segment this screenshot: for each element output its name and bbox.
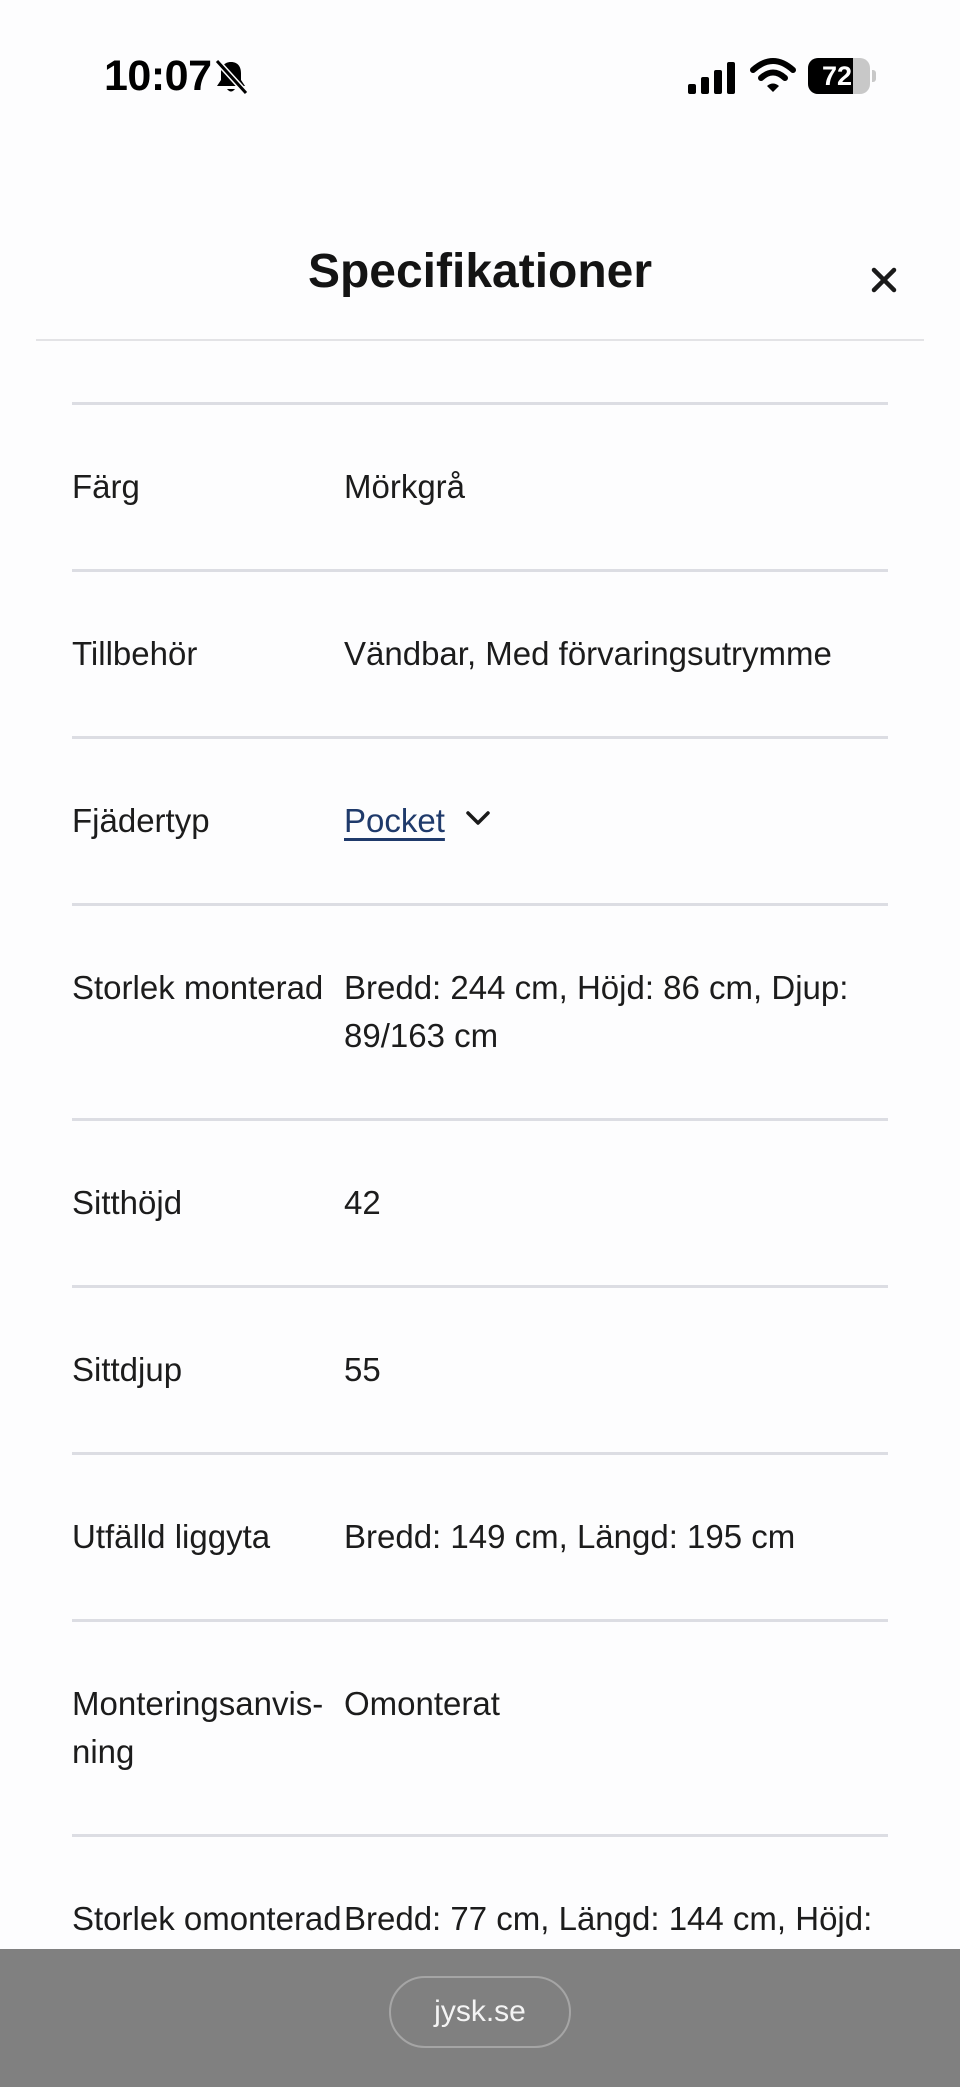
bell-slash-icon bbox=[214, 58, 249, 96]
spec-value: Mörkgrå bbox=[344, 468, 466, 505]
modal-title: Specifikationer bbox=[307, 245, 653, 298]
cellular-signal-icon bbox=[688, 62, 735, 94]
battery-icon: 72 bbox=[808, 58, 876, 94]
spec-label: Storlek omonte­rad bbox=[72, 1900, 342, 1937]
spec-row-color: Färg Mörkgrå bbox=[72, 402, 888, 569]
spec-row-accessories: Tillbehör Vändbar, Med förvaringsutrymme bbox=[72, 569, 888, 736]
spec-value: Omonterat bbox=[344, 1685, 500, 1722]
chevron-down-icon[interactable] bbox=[465, 810, 491, 828]
spec-value: 55 bbox=[344, 1351, 381, 1388]
browser-bar: jysk.se bbox=[0, 1949, 960, 2087]
status-time: 10:07 bbox=[104, 52, 212, 100]
url-bar[interactable]: jysk.se bbox=[389, 1976, 571, 2048]
spec-row-size-unassembled: Storlek omonte­rad Bredd: 77 cm, Längd: … bbox=[72, 1834, 888, 1948]
spec-row-seat-height: Sitthöjd 42 bbox=[72, 1118, 888, 1285]
battery-level: 72 bbox=[821, 61, 853, 91]
spec-label: Färg bbox=[72, 468, 140, 505]
spec-value: Bredd: 77 cm, Längd: 144 cm, Höjd: 150 c… bbox=[344, 1900, 873, 1937]
spec-value: 42 bbox=[344, 1184, 381, 1221]
spring-type-link[interactable]: Pocket bbox=[344, 802, 445, 839]
spec-row-assembly: Monteringsanvis­ning Omonterat bbox=[72, 1619, 888, 1834]
status-bar: 10:07 72 bbox=[0, 0, 960, 150]
spec-value: Bredd: 244 cm, Höjd: 86 cm, Djup: 89/163… bbox=[344, 969, 849, 1054]
spec-label: Tillbehör bbox=[72, 635, 198, 672]
spec-label: Sitthöjd bbox=[72, 1184, 183, 1221]
wifi-icon bbox=[750, 58, 796, 92]
header-divider bbox=[36, 339, 924, 341]
close-icon[interactable] bbox=[862, 258, 906, 302]
spec-row-sleeping-area: Utfälld liggyta Bredd: 149 cm, Längd: 19… bbox=[72, 1452, 888, 1619]
spec-label: Storlek monte­rad bbox=[72, 969, 324, 1006]
spec-value: Vändbar, Med förvaringsutrymme bbox=[344, 635, 832, 672]
spec-list: Färg Mörkgrå Tillbehör Vändbar, Med förv… bbox=[72, 402, 888, 1948]
spec-row-size-assembled: Storlek monte­rad Bredd: 244 cm, Höjd: 8… bbox=[72, 903, 888, 1118]
spec-row-seat-depth: Sittdjup 55 bbox=[72, 1285, 888, 1452]
spec-label: Utfälld liggyta bbox=[72, 1518, 271, 1555]
spec-label: Sittdjup bbox=[72, 1351, 183, 1388]
spec-value: Pocket bbox=[344, 797, 888, 845]
modal-header: Specifikationer bbox=[0, 220, 960, 340]
spec-label: Monteringsanvis­ning bbox=[72, 1685, 324, 1770]
spec-value: Bredd: 149 cm, Längd: 195 cm bbox=[344, 1518, 796, 1555]
spec-label: Fjädertyp bbox=[72, 802, 210, 839]
spec-row-spring-type: Fjädertyp Pocket bbox=[72, 736, 888, 903]
